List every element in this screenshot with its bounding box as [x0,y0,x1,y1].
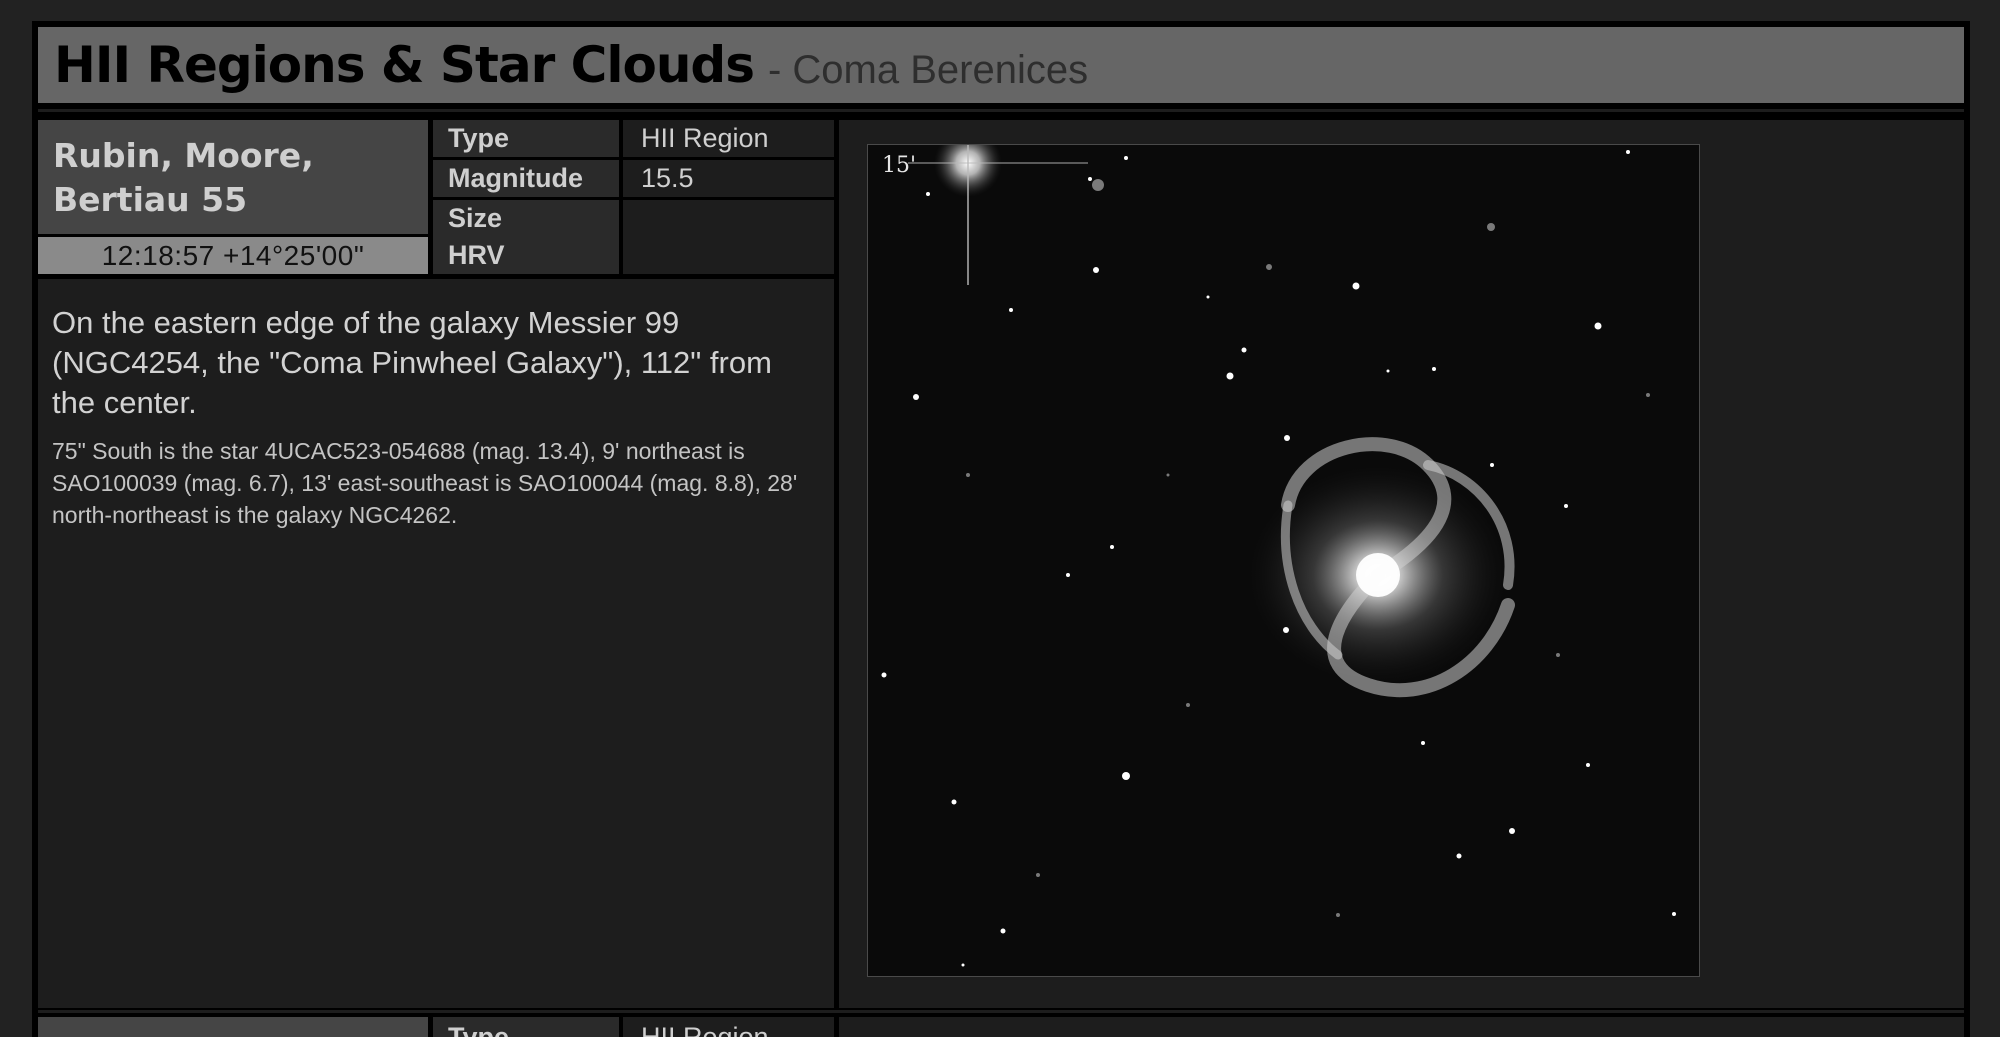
attribute-value [623,200,834,237]
next-entry-image-panel [839,1017,1964,1037]
object-name-line1: Rubin, Moore, [53,136,314,175]
description-text: On the eastern edge of the galaxy Messie… [52,305,772,420]
next-entry-type-key: Type [433,1017,619,1037]
notes-text: 75" South is the star 4UCAC523-054688 (m… [52,438,798,528]
page-subtitle: - Coma Berenices [767,47,1089,92]
attribute-key: Type [433,120,619,157]
divider [38,1010,1964,1013]
attribute-value [623,237,834,274]
attribute-key: HRV [433,237,619,274]
attribute-row: Type HII Region [433,120,834,157]
attribute-key: Magnitude [433,160,619,197]
coordinates: 12:18:57 +14°25'00" [38,237,428,274]
attribute-value: 15.5 [623,160,834,197]
attribute-key: Size [433,200,619,237]
image-panel: 15' [839,120,1964,1008]
attribute-row: Magnitude 15.5 [433,160,834,197]
title-bar: HII Regions & Star Clouds - Coma Berenic… [38,27,1964,103]
next-entry-name-box [38,1017,428,1037]
description-panel: On the eastern edge of the galaxy Messie… [38,279,834,1008]
next-entry-type-value: HII Region [623,1017,834,1037]
page-title: HII Regions & Star Clouds [54,36,755,94]
page-frame: HII Regions & Star Clouds - Coma Berenic… [32,21,1970,1037]
attribute-row: Size [433,200,834,237]
divider [38,109,1964,112]
object-name-line2: Bertiau 55 [53,180,248,219]
object-name: Rubin, Moore, Bertiau 55 [38,120,428,234]
attribute-row: HRV [433,237,834,274]
image-scale-label: 15' [882,153,917,178]
attribute-value: HII Region [623,120,834,157]
galaxy-image[interactable]: 15' [867,129,1700,977]
galaxy-photo-graphic [881,129,1676,967]
